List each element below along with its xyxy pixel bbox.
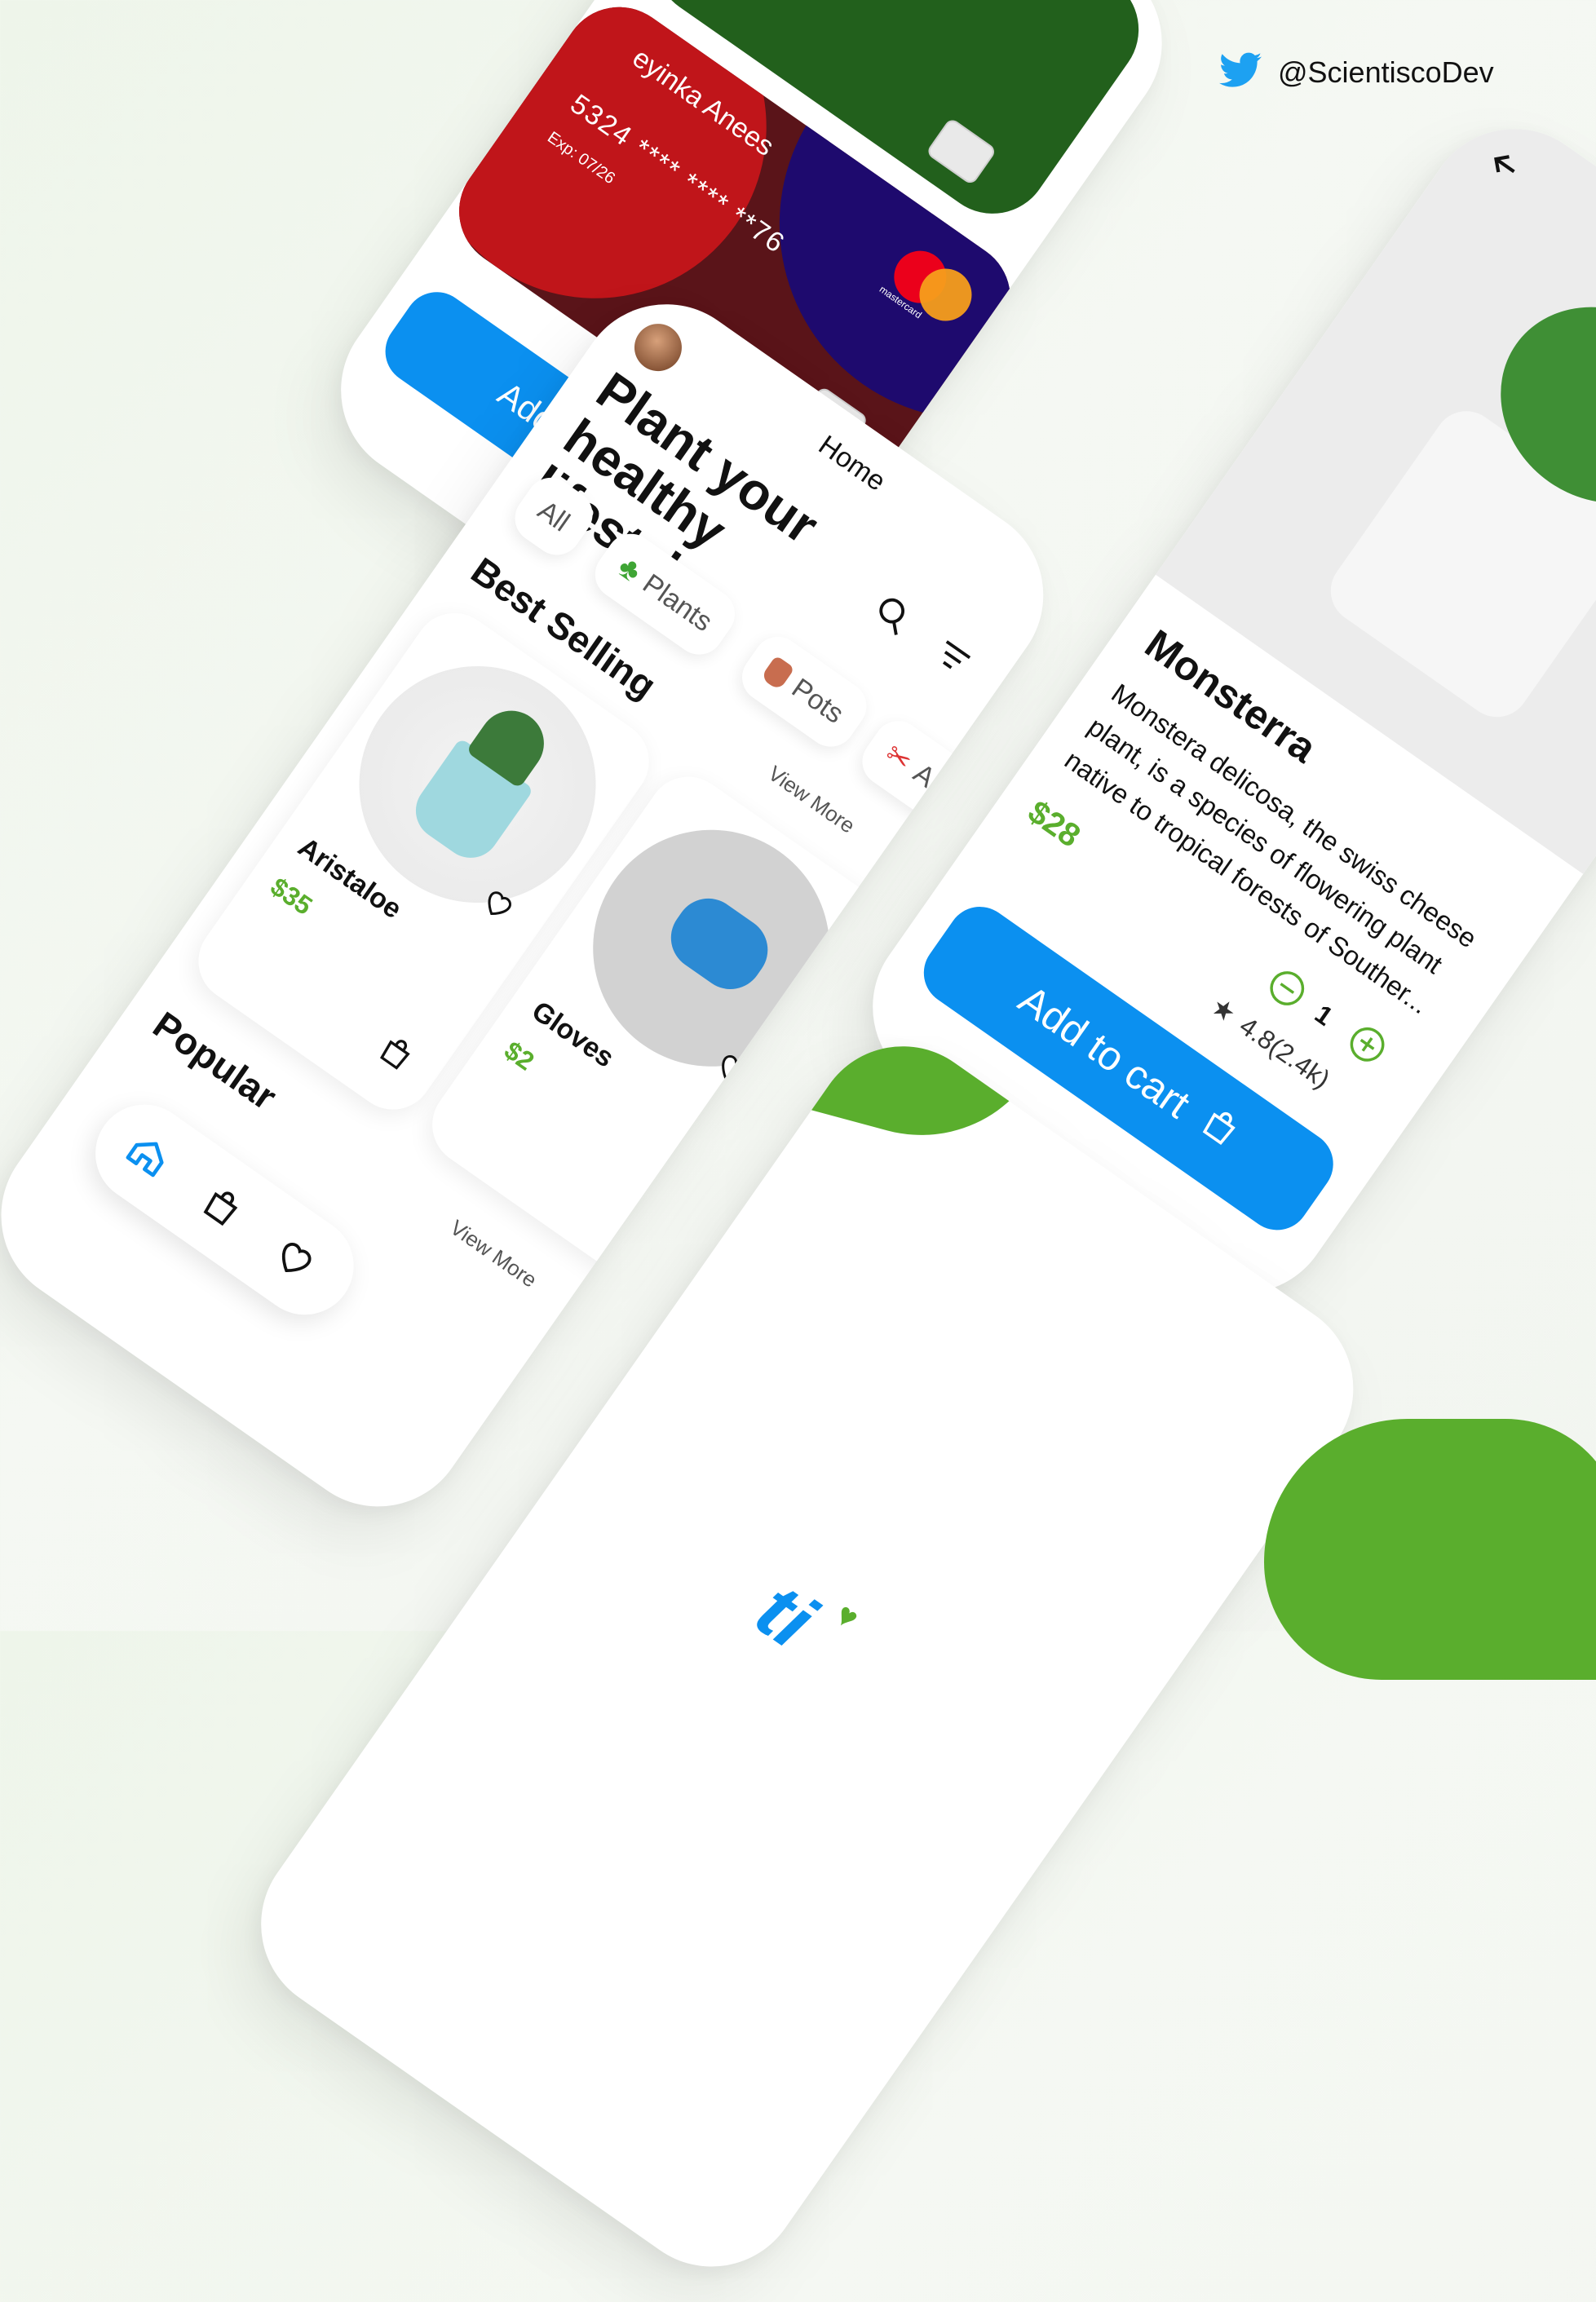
product-price: $28 <box>1021 793 1087 855</box>
card-chip-icon <box>925 117 997 186</box>
category-label: Pots <box>786 672 850 730</box>
home-label: Home <box>812 429 891 497</box>
add-to-cart-label: Add to cart <box>1010 976 1199 1127</box>
twitter-icon <box>1219 52 1262 92</box>
category-label: All <box>532 494 576 538</box>
logo-heart-icon: ♥ <box>829 1596 865 1637</box>
product-name: Gloves <box>526 995 620 1074</box>
product-price: $2 <box>498 1035 540 1076</box>
clover-icon: ♣ <box>612 549 648 590</box>
view-more-link[interactable]: View More <box>445 1215 542 1293</box>
heart-icon[interactable] <box>264 1230 324 1290</box>
quantity-value: 1 <box>1309 999 1339 1032</box>
bag-icon[interactable] <box>191 1178 250 1239</box>
app-logo: ti <box>741 1566 830 1666</box>
product-price: $35 <box>265 871 318 921</box>
bottom-nav <box>76 1085 374 1334</box>
cart-plus-icon <box>1187 1099 1248 1162</box>
view-more-link[interactable]: View More <box>763 761 860 839</box>
add-to-bag-icon[interactable] <box>369 1028 421 1081</box>
star-icon: ★ <box>1205 991 1242 1029</box>
handle-text: @ScientiscoDev <box>1278 55 1494 89</box>
social-handle: @ScientiscoDev <box>1219 52 1494 92</box>
scissors-icon: ✂ <box>878 736 919 779</box>
minus-icon[interactable] <box>1258 962 1313 1018</box>
decorative-blob <box>1264 1419 1596 1680</box>
pot-icon <box>760 655 795 691</box>
filter-icon[interactable] <box>924 631 979 687</box>
glove-image <box>658 886 781 1002</box>
home-icon[interactable] <box>117 1127 177 1187</box>
category-label: Acces <box>908 757 988 826</box>
plus-icon[interactable] <box>1339 1018 1394 1074</box>
